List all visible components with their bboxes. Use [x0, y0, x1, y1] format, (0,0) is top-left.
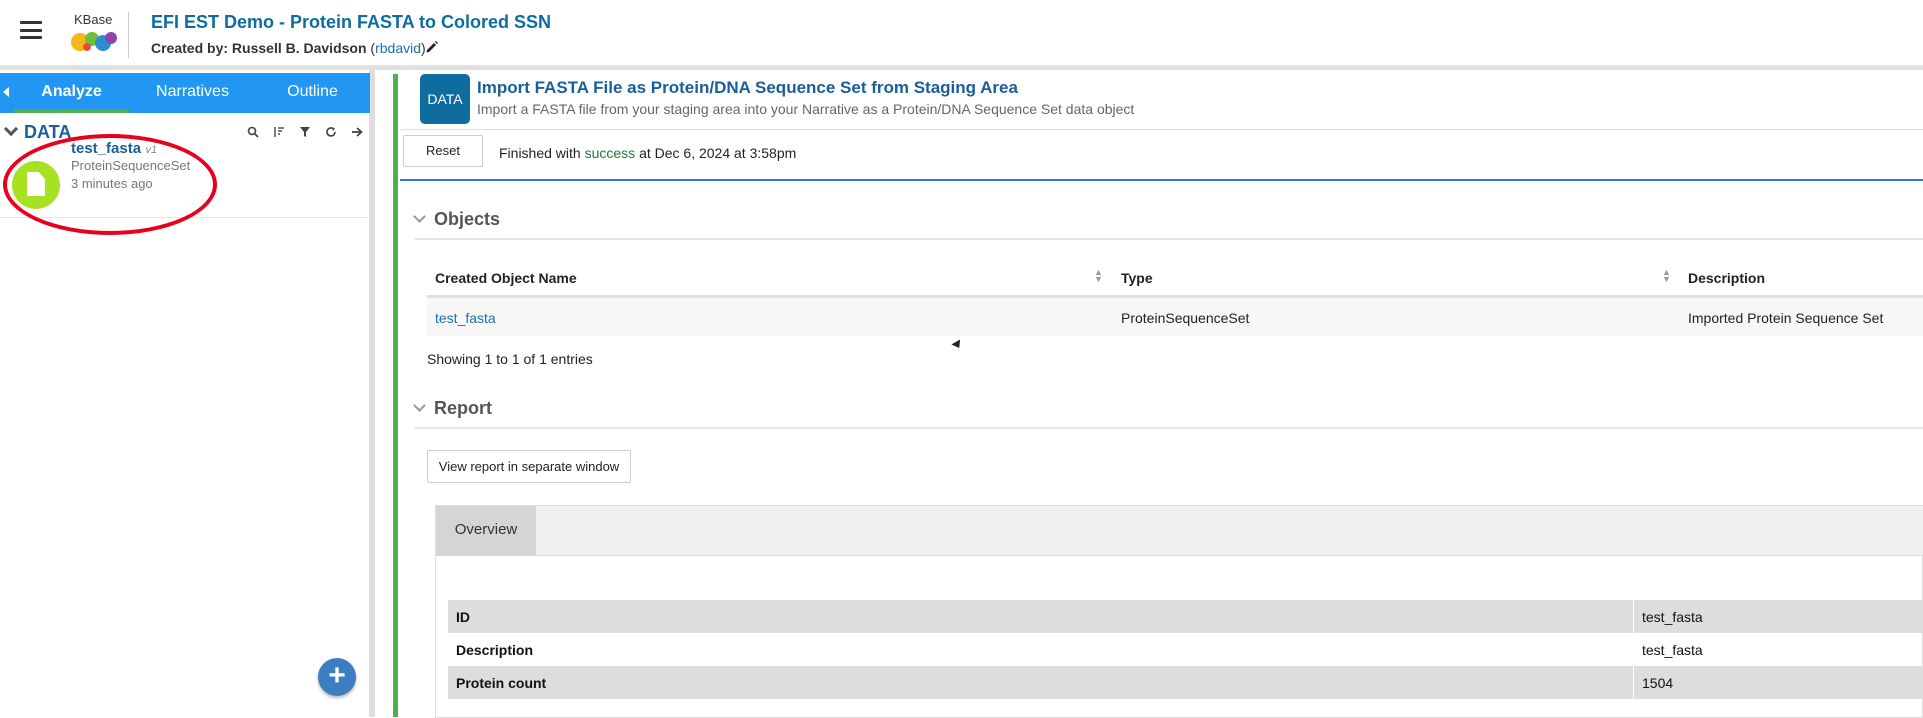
creator-name: Russell B. Davidson	[231, 40, 367, 56]
creator-id-link[interactable]: rbdavid	[375, 40, 421, 56]
add-data-button[interactable]: +	[318, 658, 356, 696]
refresh-icon[interactable]	[324, 126, 338, 140]
view-report-button[interactable]: View report in separate window	[427, 450, 631, 483]
status-suffix: at Dec 6, 2024 at 3:58pm	[639, 145, 797, 161]
main-panel: DATA Import FASTA File as Protein/DNA Se…	[381, 70, 1923, 718]
filter-icon[interactable]	[298, 126, 312, 140]
report-value: test_fasta	[1642, 609, 1703, 625]
menu-icon[interactable]	[20, 21, 42, 39]
edit-pencil-icon[interactable]	[425, 40, 439, 57]
report-section-header[interactable]: Report	[413, 398, 492, 419]
narrative-title[interactable]: EFI EST Demo - Protein FASTA to Colored …	[151, 12, 551, 33]
report-row: Description test_fasta	[448, 633, 1923, 666]
item-time: 3 minutes ago	[71, 176, 153, 191]
object-type: ProteinSequenceSet	[1121, 310, 1250, 326]
col-header-description[interactable]: Description	[1688, 270, 1765, 286]
sort-icon[interactable]	[272, 126, 286, 140]
report-key: Description	[456, 642, 534, 658]
item-name[interactable]: test_fasta	[71, 140, 141, 157]
document-icon	[12, 161, 60, 209]
chevron-down-icon	[413, 399, 426, 412]
status-success: success	[584, 145, 636, 161]
report-value: test_fasta	[1642, 642, 1703, 658]
sort-asc-icon[interactable]: ▲ ▼	[1094, 268, 1103, 284]
report-row: ID test_fasta	[448, 600, 1923, 633]
tab-analyze[interactable]: Analyze	[14, 73, 129, 113]
logo-art-icon	[71, 32, 117, 51]
logo-text: KBase	[74, 12, 113, 27]
report-panel: Overview ID test_fasta Description test_…	[435, 505, 1923, 718]
objects-section-header[interactable]: Objects	[413, 209, 501, 230]
tab-outline[interactable]: Outline	[255, 73, 370, 113]
chevron-down-icon	[3, 121, 19, 137]
side-tabs: Analyze Narratives Outline	[0, 73, 370, 113]
col-header-name[interactable]: Created Object Name	[435, 270, 577, 286]
tab-overview[interactable]: Overview	[436, 506, 536, 556]
status-text: Finished with success at Dec 6, 2024 at …	[499, 145, 796, 161]
object-description: Imported Protein Sequence Set	[1688, 310, 1884, 326]
data-toolbar	[246, 126, 364, 140]
report-divider	[415, 427, 1923, 429]
top-header: KBase EFI EST Demo - Protein FASTA to Co…	[0, 0, 1923, 70]
report-key: ID	[456, 609, 470, 625]
objects-title: Objects	[434, 209, 501, 229]
status-divider	[400, 179, 1923, 181]
table-info: Showing 1 to 1 of 1 entries	[427, 351, 593, 367]
object-name-link[interactable]: test_fasta	[435, 310, 496, 326]
cell-header: DATA Import FASTA File as Protein/DNA Se…	[400, 70, 1923, 130]
report-value: 1504	[1642, 675, 1674, 691]
report-tabs: Overview	[436, 506, 1923, 556]
created-by-label: Created by:	[151, 40, 229, 56]
chevron-down-icon	[413, 210, 426, 223]
data-title: DATA	[24, 122, 72, 142]
sort-icon[interactable]: ▲ ▼	[1662, 268, 1671, 284]
app-subtitle: Import a FASTA file from your staging ar…	[477, 101, 1135, 117]
report-row: Protein count 1504	[448, 666, 1923, 699]
item-type: ProteinSequenceSet	[71, 158, 191, 173]
report-key: Protein count	[456, 675, 547, 691]
status-prefix: Finished with	[499, 145, 581, 161]
kbase-logo[interactable]: KBase	[70, 12, 122, 56]
report-title: Report	[434, 398, 492, 418]
header-divider	[128, 12, 129, 58]
arrow-right-icon[interactable]	[350, 126, 364, 140]
cell-status-bar	[393, 74, 398, 717]
item-version: v1	[145, 144, 158, 156]
side-panel: Analyze Narratives Outline DATA test_fas…	[0, 70, 375, 717]
data-badge: DATA	[420, 74, 470, 124]
objects-divider	[415, 238, 1923, 240]
collapse-panel-icon[interactable]	[3, 87, 9, 97]
app-title[interactable]: Import FASTA File as Protein/DNA Sequenc…	[477, 78, 1018, 98]
creator-line: Created by: Russell B. Davidson (rbdavid…	[151, 40, 426, 56]
search-icon[interactable]	[246, 126, 260, 140]
tab-narratives[interactable]: Narratives	[135, 73, 250, 113]
mouse-cursor-icon	[951, 339, 964, 351]
col-header-type[interactable]: Type	[1121, 270, 1153, 286]
data-section-header[interactable]: DATA	[3, 121, 72, 143]
item-name-row: test_fasta v1	[71, 140, 157, 158]
reset-button[interactable]: Reset	[403, 135, 483, 167]
